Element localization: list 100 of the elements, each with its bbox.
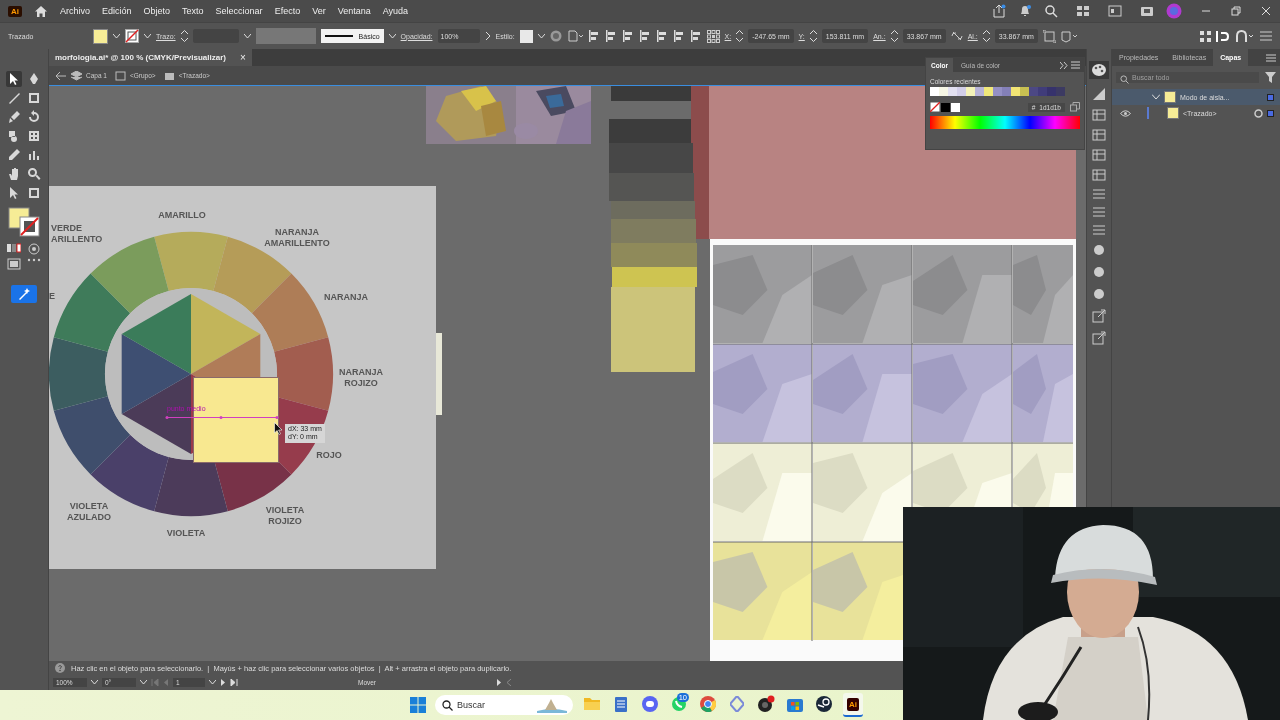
circle-icon[interactable] [1092, 287, 1106, 301]
menu-item[interactable]: Ver [312, 6, 326, 16]
color-swatch[interactable] [966, 87, 975, 96]
menu-item[interactable]: Efecto [274, 6, 301, 16]
restore-icon[interactable] [1230, 5, 1242, 17]
menu-item[interactable]: Archivo [60, 6, 90, 16]
align-icon[interactable] [655, 30, 668, 42]
chevron-icon[interactable] [484, 32, 491, 40]
fill-stroke-swatches[interactable] [7, 206, 41, 238]
align-icon[interactable] [621, 30, 634, 42]
stroke-swatch[interactable] [125, 29, 139, 43]
color-swatch[interactable] [939, 87, 948, 96]
caret-icon[interactable] [243, 33, 251, 39]
menu-item[interactable]: Ayuda [382, 6, 409, 16]
stepper-icon[interactable] [736, 30, 744, 42]
panel-icon[interactable] [1092, 169, 1106, 181]
color-swatch[interactable] [957, 87, 966, 96]
caret-icon[interactable] [209, 680, 216, 685]
menu-icon[interactable] [1266, 53, 1276, 62]
back-icon[interactable] [55, 70, 67, 81]
color-swatch[interactable] [975, 87, 984, 96]
menu-item[interactable]: Ventana [337, 6, 371, 16]
color-swatch[interactable] [930, 87, 939, 96]
stepper-icon[interactable] [982, 30, 990, 42]
brush-icon[interactable] [6, 109, 22, 125]
circle-icon[interactable] [1092, 265, 1106, 279]
variable-width-field[interactable] [255, 28, 316, 44]
share-icon[interactable] [992, 4, 1006, 18]
color-swatch[interactable] [1011, 87, 1020, 96]
color-swatch[interactable] [1056, 87, 1065, 96]
more-icon[interactable] [27, 258, 41, 262]
document-tab[interactable]: morfologia.ai* @ 100 % (CMYK/Previsualizar) × [49, 49, 252, 66]
stepper-icon[interactable] [180, 30, 188, 42]
caret-icon[interactable] [388, 33, 396, 39]
expand-icon[interactable] [1060, 61, 1068, 69]
transform-icon[interactable] [1042, 29, 1056, 43]
document-icon[interactable] [566, 30, 583, 42]
close-tab-button[interactable]: × [239, 52, 246, 63]
color-swatch[interactable] [1002, 87, 1011, 96]
menu-item[interactable]: Objeto [143, 6, 171, 16]
color-spectrum[interactable] [930, 116, 1080, 129]
menu-item[interactable]: Texto [182, 6, 204, 16]
gradient-icon[interactable] [1092, 87, 1106, 101]
swatch-mode-icon[interactable] [7, 243, 21, 253]
chevron-icon[interactable] [1152, 94, 1160, 100]
color-swatch[interactable] [993, 87, 1002, 96]
globe-icon[interactable] [549, 30, 562, 42]
monitor-icon[interactable] [1140, 5, 1154, 17]
next-icon[interactable] [496, 679, 502, 686]
caret-icon[interactable] [144, 33, 151, 39]
edit-toolbar-button[interactable] [11, 285, 37, 303]
default-swatch[interactable] [941, 102, 950, 112]
fill-swatch[interactable] [93, 28, 108, 44]
grid-icon[interactable] [1200, 30, 1211, 42]
caret-icon[interactable] [140, 680, 147, 685]
target-icon[interactable] [1254, 108, 1263, 118]
app-logo[interactable]: Ai [8, 5, 22, 17]
copy-icon[interactable] [1070, 102, 1080, 112]
caret-icon[interactable] [91, 680, 98, 685]
magnet-icon[interactable] [1235, 29, 1255, 43]
search-field[interactable]: Buscar [435, 695, 573, 715]
caret-icon[interactable] [113, 33, 120, 39]
eye-icon[interactable] [1120, 109, 1131, 117]
rotate-icon[interactable] [26, 109, 42, 125]
dropper-icon[interactable] [6, 147, 22, 163]
align-icon[interactable] [638, 30, 651, 42]
search-icon[interactable] [26, 166, 42, 182]
none-swatch[interactable] [930, 102, 940, 112]
screen-mode-icon[interactable] [7, 258, 21, 270]
palette-icon[interactable] [1089, 61, 1109, 79]
filter-icon[interactable] [1265, 72, 1276, 83]
align-icon[interactable] [689, 30, 702, 42]
layout-icon[interactable] [1076, 5, 1090, 17]
color-swatch[interactable] [1047, 87, 1056, 96]
menu-item[interactable]: Seleccionar [215, 6, 263, 16]
style-swatch[interactable] [519, 29, 533, 43]
puppet-icon[interactable] [1060, 29, 1079, 43]
align-icon[interactable] [672, 30, 685, 42]
panel-icon[interactable] [1092, 129, 1106, 141]
snap-icon[interactable] [1216, 29, 1230, 43]
close-icon[interactable] [1260, 5, 1272, 17]
export-icon[interactable] [1092, 309, 1106, 323]
align-icon[interactable] [604, 30, 617, 42]
caret-icon[interactable] [537, 33, 545, 39]
help-icon[interactable] [55, 663, 65, 673]
panel-icon[interactable] [1092, 109, 1106, 121]
export-icon[interactable] [1092, 331, 1106, 345]
app-button[interactable]: Ai [843, 693, 863, 717]
reference-point-icon[interactable] [706, 29, 720, 43]
next-icon[interactable] [220, 679, 226, 686]
panel-icon[interactable] [1108, 5, 1122, 17]
menu-icon[interactable] [1071, 61, 1080, 69]
draw-mode-icon[interactable] [27, 243, 41, 255]
color-swatch[interactable] [948, 87, 957, 96]
align-icon[interactable] [587, 30, 600, 42]
search-icon[interactable] [1044, 4, 1058, 18]
color-swatch[interactable] [1029, 87, 1038, 96]
grid-icon[interactable] [26, 128, 42, 144]
panel-icon[interactable] [1092, 149, 1106, 161]
color-swatch[interactable] [1020, 87, 1029, 96]
